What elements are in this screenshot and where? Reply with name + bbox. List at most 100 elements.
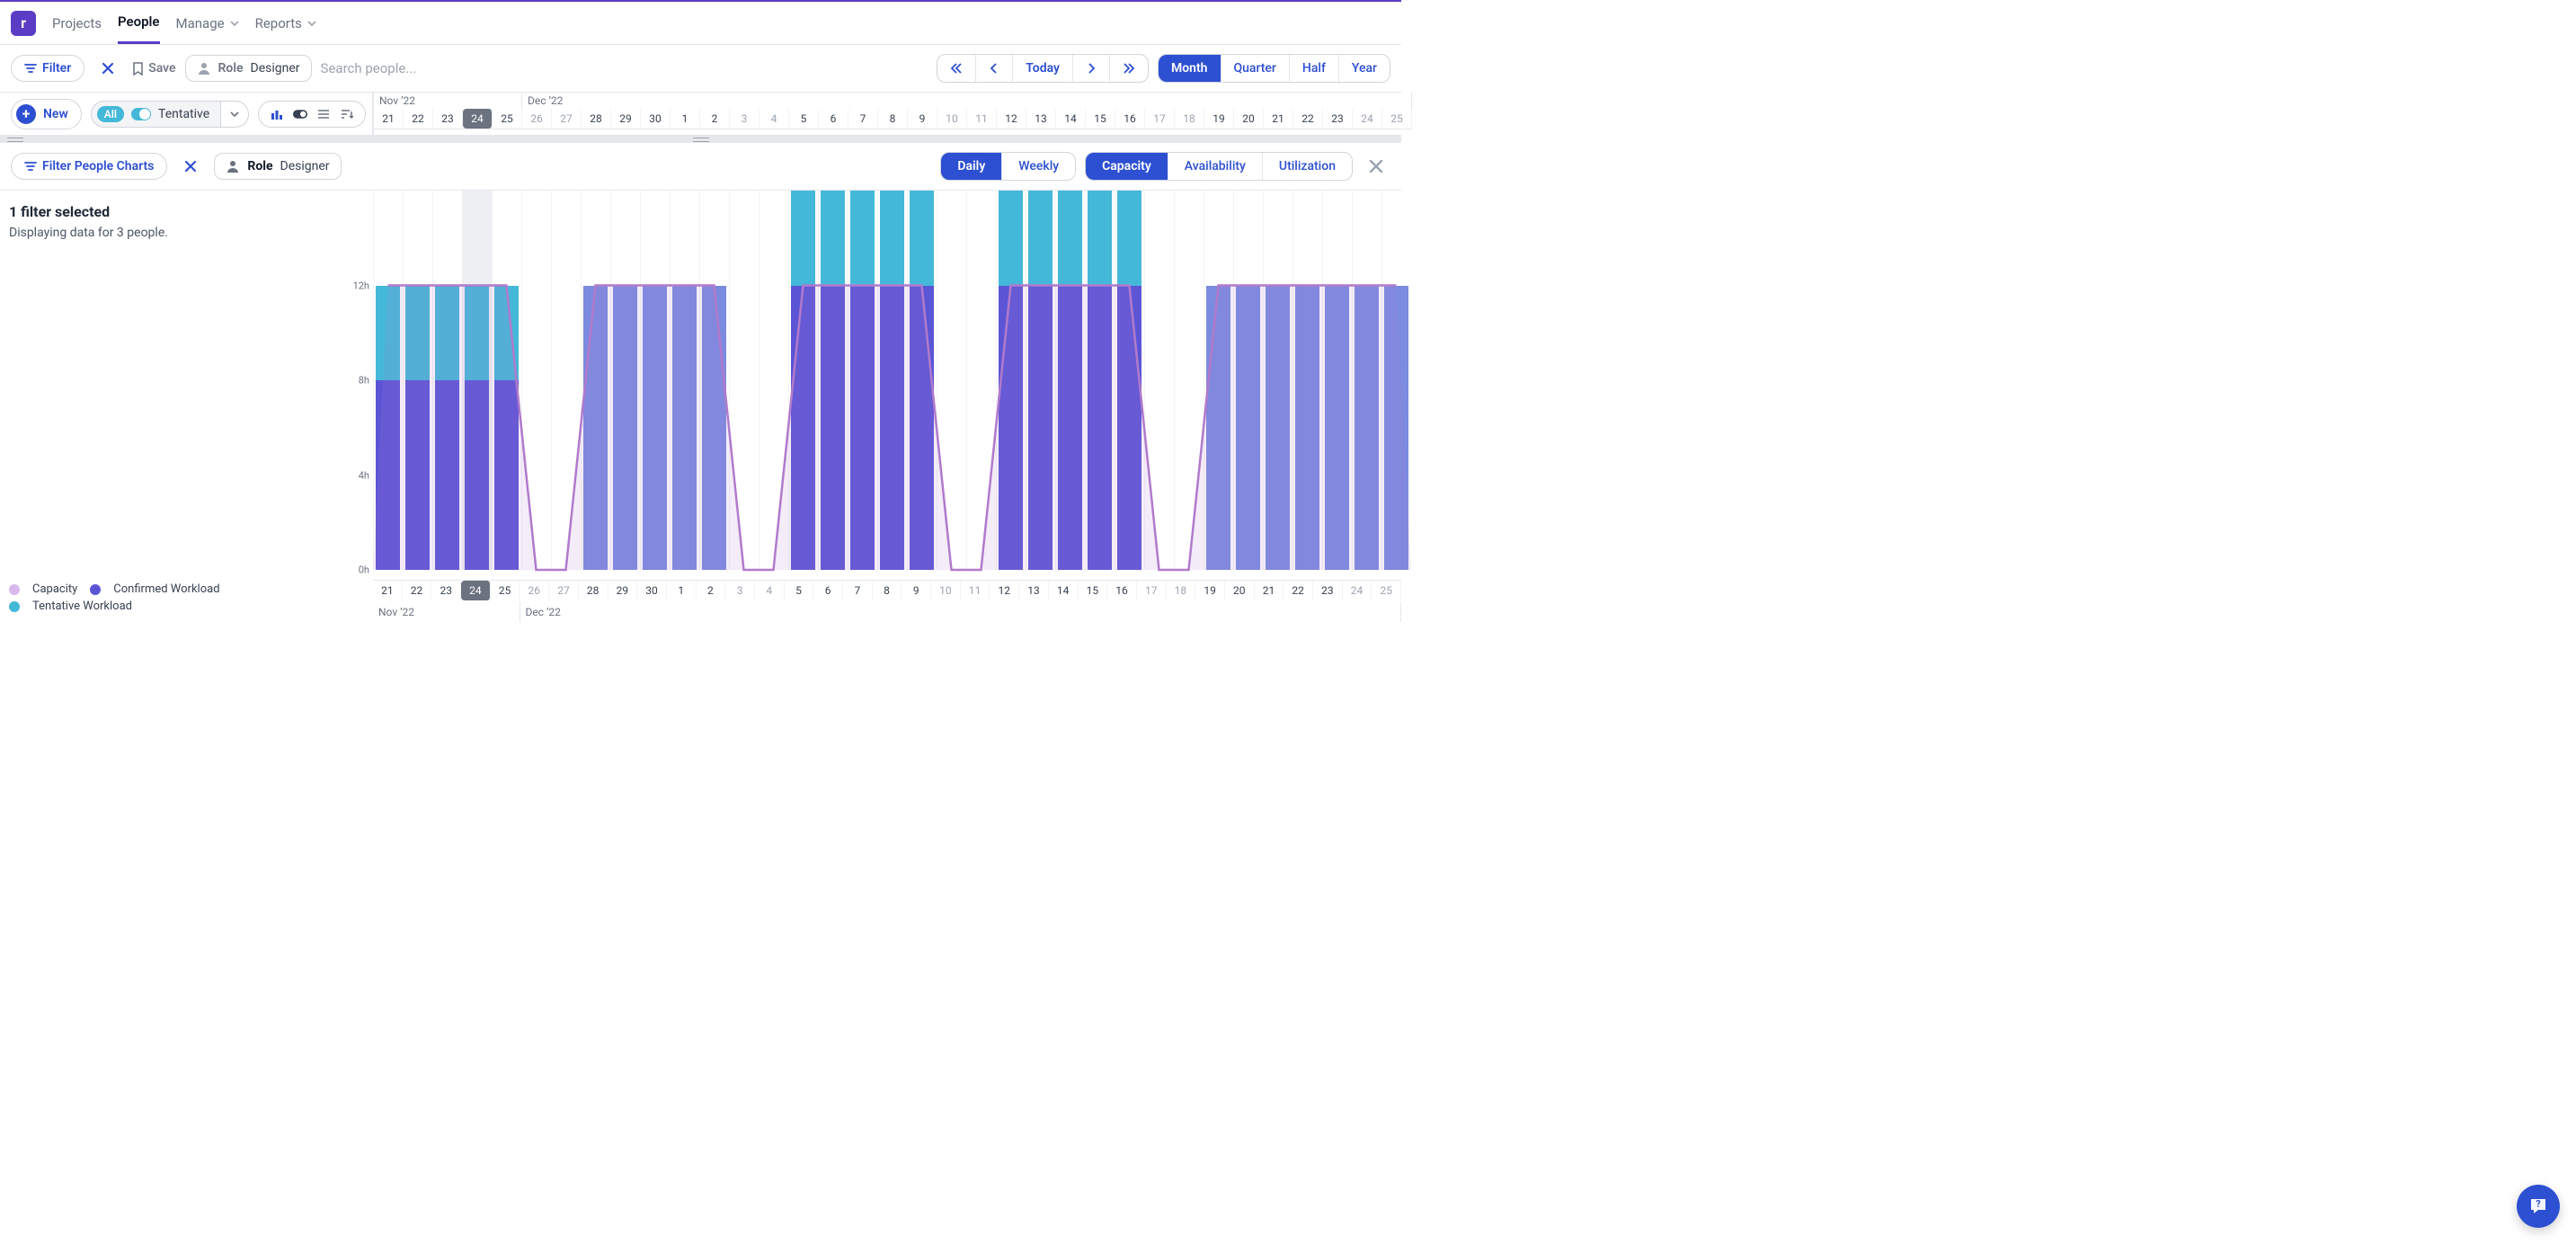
- day-cell[interactable]: 10: [937, 109, 967, 129]
- day-cell[interactable]: 1: [667, 581, 697, 600]
- day-cell[interactable]: 27: [552, 109, 582, 129]
- nav-first-button[interactable]: [937, 55, 976, 82]
- day-cell[interactable]: 17: [1137, 581, 1167, 600]
- day-cell[interactable]: 12: [990, 581, 1019, 600]
- day-cell[interactable]: 11: [961, 581, 990, 600]
- day-cell[interactable]: 24: [463, 109, 493, 129]
- nav-last-button[interactable]: [1110, 55, 1148, 82]
- filter-button[interactable]: Filter: [11, 55, 84, 82]
- freq-weekly[interactable]: Weekly: [1002, 153, 1075, 180]
- range-half[interactable]: Half: [1290, 55, 1339, 82]
- day-cell[interactable]: 22: [403, 581, 432, 600]
- day-cell[interactable]: 11: [967, 109, 997, 129]
- day-cell[interactable]: 14: [1049, 581, 1079, 600]
- day-cell[interactable]: 15: [1079, 581, 1108, 600]
- day-cell[interactable]: 22: [404, 109, 433, 129]
- nav-reports[interactable]: Reports: [255, 4, 316, 43]
- day-cell[interactable]: 26: [522, 109, 552, 129]
- day-cell[interactable]: 25: [491, 581, 520, 600]
- day-cell[interactable]: 6: [813, 581, 843, 600]
- day-cell[interactable]: 25: [1382, 109, 1412, 129]
- day-cell[interactable]: 27: [549, 581, 579, 600]
- day-cell[interactable]: 23: [433, 109, 463, 129]
- day-cell[interactable]: 29: [611, 109, 641, 129]
- chart-role-chip[interactable]: Role Designer: [214, 153, 341, 180]
- day-cell[interactable]: 8: [878, 109, 908, 129]
- day-cell[interactable]: 26: [520, 581, 549, 600]
- filter-charts-button[interactable]: Filter People Charts: [11, 153, 167, 180]
- day-cell[interactable]: 13: [1019, 581, 1049, 600]
- nav-people[interactable]: People: [118, 2, 160, 44]
- help-button[interactable]: ?: [2517, 1185, 2560, 1228]
- day-cell[interactable]: 5: [785, 581, 814, 600]
- day-cell[interactable]: 3: [725, 581, 755, 600]
- day-cell[interactable]: 20: [1225, 581, 1255, 600]
- day-cell[interactable]: 23: [1323, 109, 1353, 129]
- day-cell[interactable]: 25: [1372, 581, 1401, 600]
- day-cell[interactable]: 7: [843, 581, 873, 600]
- day-cell[interactable]: 24: [461, 581, 491, 600]
- day-cell[interactable]: 12: [997, 109, 1026, 129]
- range-quarter[interactable]: Quarter: [1221, 55, 1290, 82]
- role-filter-chip[interactable]: Role Designer: [185, 55, 312, 82]
- close-chart-button[interactable]: [1362, 152, 1390, 181]
- day-cell[interactable]: 14: [1056, 109, 1086, 129]
- range-year[interactable]: Year: [1339, 55, 1390, 82]
- metric-utilization[interactable]: Utilization: [1263, 153, 1352, 180]
- day-cell[interactable]: 21: [373, 581, 403, 600]
- metric-availability[interactable]: Availability: [1168, 153, 1263, 180]
- freq-daily[interactable]: Daily: [941, 153, 1002, 180]
- day-cell[interactable]: 15: [1086, 109, 1115, 129]
- day-cell[interactable]: 16: [1107, 581, 1137, 600]
- day-cell[interactable]: 18: [1167, 581, 1196, 600]
- day-cell[interactable]: 2: [697, 581, 726, 600]
- day-cell[interactable]: 1: [671, 109, 700, 129]
- day-cell[interactable]: 30: [641, 109, 671, 129]
- clear-chart-filter-button[interactable]: [176, 152, 205, 181]
- day-cell[interactable]: 23: [1313, 581, 1343, 600]
- nav-next-button[interactable]: [1073, 55, 1110, 82]
- day-cell[interactable]: 21: [374, 109, 404, 129]
- metric-capacity[interactable]: Capacity: [1086, 153, 1168, 180]
- day-cell[interactable]: 10: [931, 581, 961, 600]
- day-cell[interactable]: 22: [1293, 109, 1323, 129]
- tentative-dropdown[interactable]: [221, 101, 249, 128]
- splitter-top[interactable]: [0, 135, 1401, 143]
- day-cell[interactable]: 28: [582, 109, 611, 129]
- day-cell[interactable]: 21: [1264, 109, 1293, 129]
- day-cell[interactable]: 9: [902, 581, 931, 600]
- day-cell[interactable]: 19: [1204, 109, 1234, 129]
- day-cell[interactable]: 5: [789, 109, 819, 129]
- day-cell[interactable]: 21: [1255, 581, 1284, 600]
- day-cell[interactable]: 30: [637, 581, 667, 600]
- day-cell[interactable]: 4: [755, 581, 785, 600]
- day-cell[interactable]: 17: [1145, 109, 1175, 129]
- clear-filter-button[interactable]: [93, 54, 122, 83]
- nav-manage[interactable]: Manage: [176, 4, 239, 43]
- today-button[interactable]: Today: [1013, 55, 1073, 82]
- day-cell[interactable]: 24: [1343, 581, 1372, 600]
- day-cell[interactable]: 22: [1284, 581, 1313, 600]
- day-cell[interactable]: 13: [1026, 109, 1056, 129]
- day-cell[interactable]: 6: [819, 109, 848, 129]
- day-cell[interactable]: 29: [608, 581, 638, 600]
- day-cell[interactable]: 18: [1175, 109, 1204, 129]
- day-cell[interactable]: 8: [873, 581, 902, 600]
- nav-prev-button[interactable]: [976, 55, 1013, 82]
- search-input[interactable]: [321, 60, 500, 76]
- app-logo[interactable]: r: [11, 11, 36, 36]
- day-cell[interactable]: 7: [848, 109, 878, 129]
- view-options[interactable]: [258, 101, 366, 128]
- day-cell[interactable]: 19: [1195, 581, 1225, 600]
- tentative-toggle[interactable]: All Tentative: [91, 101, 221, 128]
- day-cell[interactable]: 24: [1353, 109, 1382, 129]
- day-cell[interactable]: 16: [1115, 109, 1145, 129]
- nav-projects[interactable]: Projects: [52, 4, 102, 43]
- day-cell[interactable]: 20: [1234, 109, 1264, 129]
- day-cell[interactable]: 4: [759, 109, 789, 129]
- day-cell[interactable]: 25: [493, 109, 522, 129]
- save-filter-button[interactable]: Save: [131, 54, 175, 83]
- day-cell[interactable]: 9: [908, 109, 937, 129]
- day-cell[interactable]: 3: [730, 109, 759, 129]
- day-cell[interactable]: 23: [431, 581, 461, 600]
